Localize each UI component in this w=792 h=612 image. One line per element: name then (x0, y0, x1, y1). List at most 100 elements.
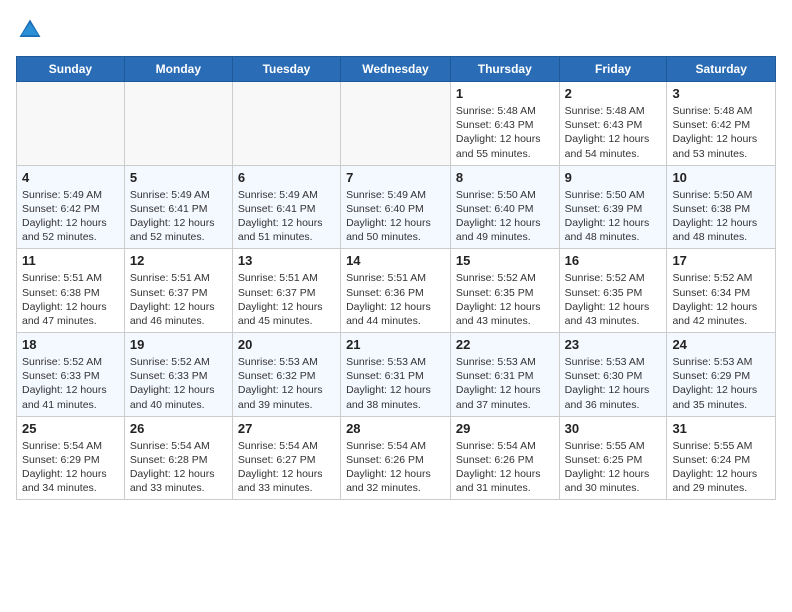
calendar-day-cell: 6 Sunrise: 5:49 AM Sunset: 6:41 PM Daylig… (232, 165, 340, 249)
day-info: Sunrise: 5:48 AM Sunset: 6:43 PM Dayligh… (456, 104, 554, 161)
day-info: Sunrise: 5:51 AM Sunset: 6:37 PM Dayligh… (238, 271, 335, 328)
day-info: Sunrise: 5:49 AM Sunset: 6:40 PM Dayligh… (346, 188, 445, 245)
calendar-day-cell: 4 Sunrise: 5:49 AM Sunset: 6:42 PM Daylig… (17, 165, 125, 249)
calendar-day-cell: 8 Sunrise: 5:50 AM Sunset: 6:40 PM Daylig… (450, 165, 559, 249)
calendar-week-row: 4 Sunrise: 5:49 AM Sunset: 6:42 PM Daylig… (17, 165, 776, 249)
day-info: Sunrise: 5:49 AM Sunset: 6:42 PM Dayligh… (22, 188, 119, 245)
day-info: Sunrise: 5:52 AM Sunset: 6:33 PM Dayligh… (130, 355, 227, 412)
day-of-week-header: Saturday (667, 57, 776, 82)
calendar-week-row: 18 Sunrise: 5:52 AM Sunset: 6:33 PM Dayli… (17, 333, 776, 417)
calendar-day-cell (341, 82, 451, 166)
day-info: Sunrise: 5:54 AM Sunset: 6:29 PM Dayligh… (22, 439, 119, 496)
day-number: 3 (672, 86, 770, 101)
day-of-week-header: Tuesday (232, 57, 340, 82)
day-number: 15 (456, 253, 554, 268)
day-info: Sunrise: 5:51 AM Sunset: 6:36 PM Dayligh… (346, 271, 445, 328)
day-number: 9 (565, 170, 662, 185)
day-number: 19 (130, 337, 227, 352)
calendar-day-cell: 13 Sunrise: 5:51 AM Sunset: 6:37 PM Dayli… (232, 249, 340, 333)
day-number: 20 (238, 337, 335, 352)
day-info: Sunrise: 5:55 AM Sunset: 6:24 PM Dayligh… (672, 439, 770, 496)
day-info: Sunrise: 5:49 AM Sunset: 6:41 PM Dayligh… (238, 188, 335, 245)
day-info: Sunrise: 5:53 AM Sunset: 6:31 PM Dayligh… (456, 355, 554, 412)
day-of-week-header: Monday (124, 57, 232, 82)
calendar-header-row: SundayMondayTuesdayWednesdayThursdayFrid… (17, 57, 776, 82)
day-info: Sunrise: 5:53 AM Sunset: 6:30 PM Dayligh… (565, 355, 662, 412)
day-number: 28 (346, 421, 445, 436)
day-number: 31 (672, 421, 770, 436)
day-info: Sunrise: 5:52 AM Sunset: 6:35 PM Dayligh… (565, 271, 662, 328)
day-number: 23 (565, 337, 662, 352)
calendar-day-cell: 23 Sunrise: 5:53 AM Sunset: 6:30 PM Dayli… (559, 333, 667, 417)
calendar-day-cell: 2 Sunrise: 5:48 AM Sunset: 6:43 PM Daylig… (559, 82, 667, 166)
day-number: 30 (565, 421, 662, 436)
calendar-day-cell: 12 Sunrise: 5:51 AM Sunset: 6:37 PM Dayli… (124, 249, 232, 333)
calendar-day-cell: 22Sunrise: 5:53 AM Sunset: 6:31 PM Dayli… (450, 333, 559, 417)
calendar-day-cell: 9 Sunrise: 5:50 AM Sunset: 6:39 PM Daylig… (559, 165, 667, 249)
day-number: 29 (456, 421, 554, 436)
calendar-day-cell: 7Sunrise: 5:49 AM Sunset: 6:40 PM Daylig… (341, 165, 451, 249)
day-of-week-header: Friday (559, 57, 667, 82)
calendar-day-cell: 29Sunrise: 5:54 AM Sunset: 6:26 PM Dayli… (450, 416, 559, 500)
day-info: Sunrise: 5:49 AM Sunset: 6:41 PM Dayligh… (130, 188, 227, 245)
day-info: Sunrise: 5:50 AM Sunset: 6:39 PM Dayligh… (565, 188, 662, 245)
day-number: 21 (346, 337, 445, 352)
day-info: Sunrise: 5:54 AM Sunset: 6:27 PM Dayligh… (238, 439, 335, 496)
day-info: Sunrise: 5:53 AM Sunset: 6:32 PM Dayligh… (238, 355, 335, 412)
day-number: 5 (130, 170, 227, 185)
day-info: Sunrise: 5:48 AM Sunset: 6:42 PM Dayligh… (672, 104, 770, 161)
calendar-day-cell: 27 Sunrise: 5:54 AM Sunset: 6:27 PM Dayli… (232, 416, 340, 500)
day-number: 13 (238, 253, 335, 268)
day-number: 2 (565, 86, 662, 101)
day-info: Sunrise: 5:51 AM Sunset: 6:38 PM Dayligh… (22, 271, 119, 328)
day-info: Sunrise: 5:50 AM Sunset: 6:38 PM Dayligh… (672, 188, 770, 245)
page-header (16, 16, 776, 44)
calendar-day-cell: 30 Sunrise: 5:55 AM Sunset: 6:25 PM Dayli… (559, 416, 667, 500)
calendar-day-cell: 15Sunrise: 5:52 AM Sunset: 6:35 PM Dayli… (450, 249, 559, 333)
calendar-day-cell: 17 Sunrise: 5:52 AM Sunset: 6:34 PM Dayli… (667, 249, 776, 333)
calendar-day-cell (17, 82, 125, 166)
day-number: 14 (346, 253, 445, 268)
day-number: 1 (456, 86, 554, 101)
calendar-day-cell: 19 Sunrise: 5:52 AM Sunset: 6:33 PM Dayli… (124, 333, 232, 417)
day-number: 18 (22, 337, 119, 352)
day-of-week-header: Wednesday (341, 57, 451, 82)
day-number: 16 (565, 253, 662, 268)
logo-icon (16, 16, 44, 44)
calendar-week-row: 1 Sunrise: 5:48 AM Sunset: 6:43 PM Daylig… (17, 82, 776, 166)
calendar-day-cell: 1 Sunrise: 5:48 AM Sunset: 6:43 PM Daylig… (450, 82, 559, 166)
day-number: 27 (238, 421, 335, 436)
calendar-week-row: 11 Sunrise: 5:51 AM Sunset: 6:38 PM Dayli… (17, 249, 776, 333)
day-info: Sunrise: 5:53 AM Sunset: 6:29 PM Dayligh… (672, 355, 770, 412)
day-number: 6 (238, 170, 335, 185)
calendar-week-row: 25Sunrise: 5:54 AM Sunset: 6:29 PM Dayli… (17, 416, 776, 500)
day-info: Sunrise: 5:51 AM Sunset: 6:37 PM Dayligh… (130, 271, 227, 328)
calendar-day-cell: 3 Sunrise: 5:48 AM Sunset: 6:42 PM Daylig… (667, 82, 776, 166)
calendar-day-cell: 11 Sunrise: 5:51 AM Sunset: 6:38 PM Dayli… (17, 249, 125, 333)
day-number: 12 (130, 253, 227, 268)
calendar-day-cell: 16 Sunrise: 5:52 AM Sunset: 6:35 PM Dayli… (559, 249, 667, 333)
day-number: 8 (456, 170, 554, 185)
calendar-day-cell (124, 82, 232, 166)
calendar-day-cell: 24 Sunrise: 5:53 AM Sunset: 6:29 PM Dayli… (667, 333, 776, 417)
day-of-week-header: Sunday (17, 57, 125, 82)
day-info: Sunrise: 5:50 AM Sunset: 6:40 PM Dayligh… (456, 188, 554, 245)
day-number: 4 (22, 170, 119, 185)
calendar-day-cell: 28Sunrise: 5:54 AM Sunset: 6:26 PM Dayli… (341, 416, 451, 500)
day-info: Sunrise: 5:52 AM Sunset: 6:34 PM Dayligh… (672, 271, 770, 328)
calendar-day-cell: 10Sunrise: 5:50 AM Sunset: 6:38 PM Dayli… (667, 165, 776, 249)
calendar-day-cell (232, 82, 340, 166)
day-number: 11 (22, 253, 119, 268)
day-info: Sunrise: 5:54 AM Sunset: 6:28 PM Dayligh… (130, 439, 227, 496)
day-number: 17 (672, 253, 770, 268)
day-number: 24 (672, 337, 770, 352)
day-info: Sunrise: 5:48 AM Sunset: 6:43 PM Dayligh… (565, 104, 662, 161)
day-of-week-header: Thursday (450, 57, 559, 82)
day-info: Sunrise: 5:52 AM Sunset: 6:33 PM Dayligh… (22, 355, 119, 412)
day-info: Sunrise: 5:53 AM Sunset: 6:31 PM Dayligh… (346, 355, 445, 412)
calendar-day-cell: 20 Sunrise: 5:53 AM Sunset: 6:32 PM Dayli… (232, 333, 340, 417)
calendar-day-cell: 26Sunrise: 5:54 AM Sunset: 6:28 PM Dayli… (124, 416, 232, 500)
day-info: Sunrise: 5:55 AM Sunset: 6:25 PM Dayligh… (565, 439, 662, 496)
calendar-day-cell: 5 Sunrise: 5:49 AM Sunset: 6:41 PM Daylig… (124, 165, 232, 249)
calendar-day-cell: 14 Sunrise: 5:51 AM Sunset: 6:36 PM Dayli… (341, 249, 451, 333)
